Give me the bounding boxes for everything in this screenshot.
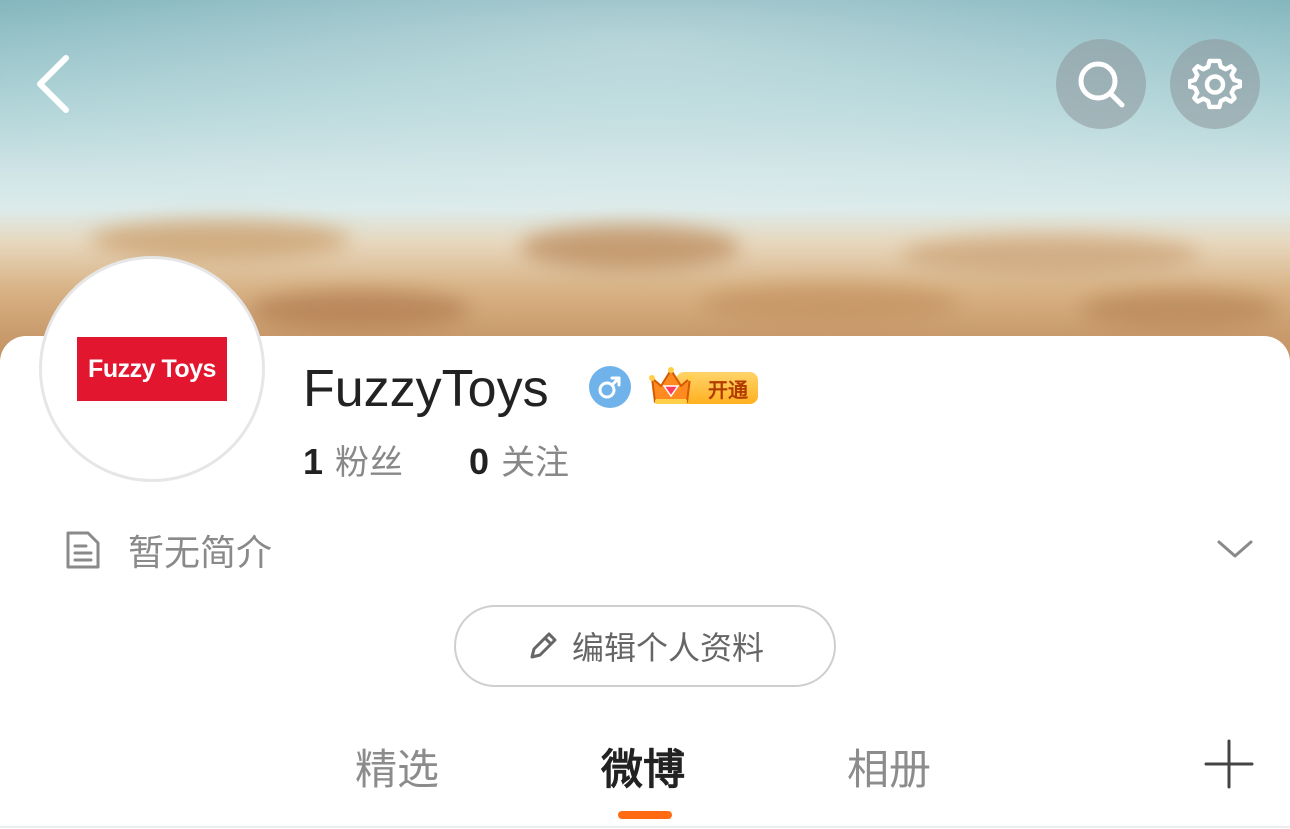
followers-stat[interactable]: 1 粉丝 — [303, 435, 403, 484]
male-icon — [589, 366, 631, 408]
avatar[interactable]: Fuzzy Toys — [39, 256, 265, 482]
gear-icon — [1188, 58, 1242, 110]
tab-featured[interactable]: 精选 — [355, 736, 439, 797]
settings-button[interactable] — [1170, 39, 1260, 129]
pencil-icon — [530, 632, 557, 659]
profile-page: Fuzzy Toys FuzzyToys 开通 1 粉丝 0 关注 暂无简介 编… — [0, 0, 1290, 829]
following-label: 关注 — [501, 442, 570, 483]
following-stat[interactable]: 0 关注 — [469, 435, 569, 484]
sand-texture — [1080, 290, 1280, 330]
content-tabs: 精选 微博 相册 — [0, 728, 1290, 828]
search-icon — [1078, 61, 1125, 108]
bio-row[interactable]: 暂无简介 — [64, 520, 1254, 580]
avatar-logo-text: Fuzzy Toys — [88, 354, 216, 383]
sand-texture — [250, 290, 470, 330]
back-button[interactable] — [28, 48, 84, 120]
sand-texture — [90, 220, 350, 260]
search-button[interactable] — [1056, 39, 1146, 129]
active-tab-indicator — [618, 811, 672, 819]
tab-weibo[interactable]: 微博 — [601, 736, 685, 797]
profile-stats: 1 粉丝 0 关注 — [303, 434, 569, 484]
crown-icon — [649, 367, 693, 404]
edit-profile-button[interactable]: 编辑个人资料 — [454, 605, 836, 687]
followers-label: 粉丝 — [335, 442, 404, 483]
sand-texture — [700, 285, 960, 325]
divider — [0, 826, 1290, 828]
sand-texture — [900, 235, 1200, 275]
bio-text: 暂无简介 — [128, 533, 273, 574]
following-count: 0 — [469, 440, 490, 482]
edit-profile-label: 编辑个人资料 — [571, 629, 764, 667]
avatar-logo: Fuzzy Toys — [77, 337, 227, 401]
sand-texture — [520, 225, 740, 270]
vip-badge-label: 开通 — [708, 377, 748, 402]
followers-count: 1 — [303, 440, 324, 482]
username: FuzzyToys — [303, 360, 549, 418]
chevron-down-icon[interactable] — [1216, 534, 1254, 564]
tab-album[interactable]: 相册 — [847, 736, 931, 797]
plus-icon[interactable] — [1203, 738, 1255, 790]
document-icon — [66, 531, 100, 569]
vip-badge[interactable]: 开通 — [648, 366, 758, 408]
chevron-left-icon — [37, 55, 69, 113]
